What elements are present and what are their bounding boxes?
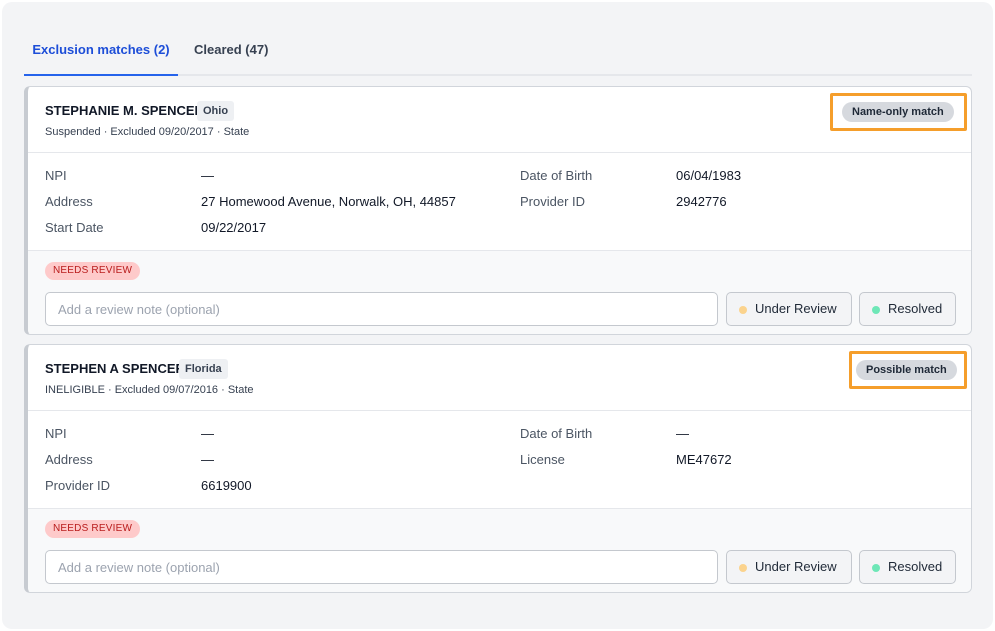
field-value: — (201, 452, 214, 467)
card-header: STEPHEN A SPENCER Florida INELIGIBLE · E… (28, 345, 971, 411)
resolved-button[interactable]: Resolved (859, 292, 956, 326)
field-label: License (520, 452, 565, 467)
field-value: 2942776 (676, 194, 727, 209)
exclusion-panel: Exclusion matches (2) Cleared (47) STEPH… (2, 2, 993, 629)
field-label: Provider ID (520, 194, 586, 209)
field-label: Date of Birth (520, 426, 593, 441)
under-review-dot-icon (739, 564, 747, 572)
field-value: — (676, 426, 689, 441)
resolved-dot-icon (872, 564, 880, 572)
field-label: Address (45, 452, 93, 467)
review-note-input[interactable] (45, 550, 718, 584)
status-badge: NEEDS REVIEW (45, 520, 141, 538)
field-label: Address (45, 194, 93, 209)
exclusion-summary: Suspended · Excluded 09/20/2017 · State (45, 126, 250, 138)
field-value: 09/22/2017 (201, 220, 267, 235)
state-tag: Ohio (197, 101, 235, 121)
match-type-badge: Possible match (856, 360, 957, 380)
tab-exclusion-matches[interactable]: Exclusion matches (2) (24, 32, 178, 76)
button-label: Under Review (755, 301, 837, 316)
card-details: NPI — Address — Provider ID 6619900 Date… (28, 412, 971, 508)
exclusion-summary: INELIGIBLE · Excluded 09/07/2016 · State (45, 384, 254, 396)
card-footer: NEEDS REVIEW Under Review Resolved (28, 250, 971, 334)
button-label: Resolved (888, 301, 943, 316)
card-details: NPI — Address 27 Homewood Avenue, Norwal… (28, 154, 971, 250)
field-label: NPI (45, 426, 67, 441)
under-review-dot-icon (739, 306, 747, 314)
match-card-2: STEPHEN A SPENCER Florida INELIGIBLE · E… (24, 344, 972, 593)
field-label: Start Date (45, 220, 104, 235)
field-value: ME47672 (676, 452, 732, 467)
match-highlight: Possible match (849, 351, 967, 389)
tab-cleared[interactable]: Cleared (47) (186, 32, 276, 76)
resolved-button[interactable]: Resolved (859, 550, 956, 584)
field-value: — (201, 426, 214, 441)
button-label: Under Review (755, 559, 837, 574)
field-label: NPI (45, 168, 67, 183)
match-type-badge: Name-only match (842, 102, 954, 122)
review-note-input[interactable] (45, 292, 718, 326)
field-label: Date of Birth (520, 168, 593, 183)
person-name: STEPHANIE M. SPENCER (45, 103, 204, 118)
button-label: Resolved (888, 559, 943, 574)
person-name: STEPHEN A SPENCER (45, 361, 185, 376)
tab-bar: Exclusion matches (2) Cleared (47) (24, 32, 972, 76)
field-value: 06/04/1983 (676, 168, 742, 183)
field-label: Provider ID (45, 478, 111, 493)
status-badge: NEEDS REVIEW (45, 262, 141, 280)
under-review-button[interactable]: Under Review (726, 292, 852, 326)
match-highlight: Name-only match (830, 93, 967, 131)
under-review-button[interactable]: Under Review (726, 550, 852, 584)
card-header: STEPHANIE M. SPENCER Ohio Suspended · Ex… (28, 87, 971, 153)
field-value: — (201, 168, 214, 183)
match-card-1: STEPHANIE M. SPENCER Ohio Suspended · Ex… (24, 86, 972, 335)
state-tag: Florida (179, 359, 228, 379)
resolved-dot-icon (872, 306, 880, 314)
field-value: 6619900 (201, 478, 252, 493)
field-value: 27 Homewood Avenue, Norwalk, OH, 44857 (201, 194, 456, 209)
card-footer: NEEDS REVIEW Under Review Resolved (28, 508, 971, 592)
